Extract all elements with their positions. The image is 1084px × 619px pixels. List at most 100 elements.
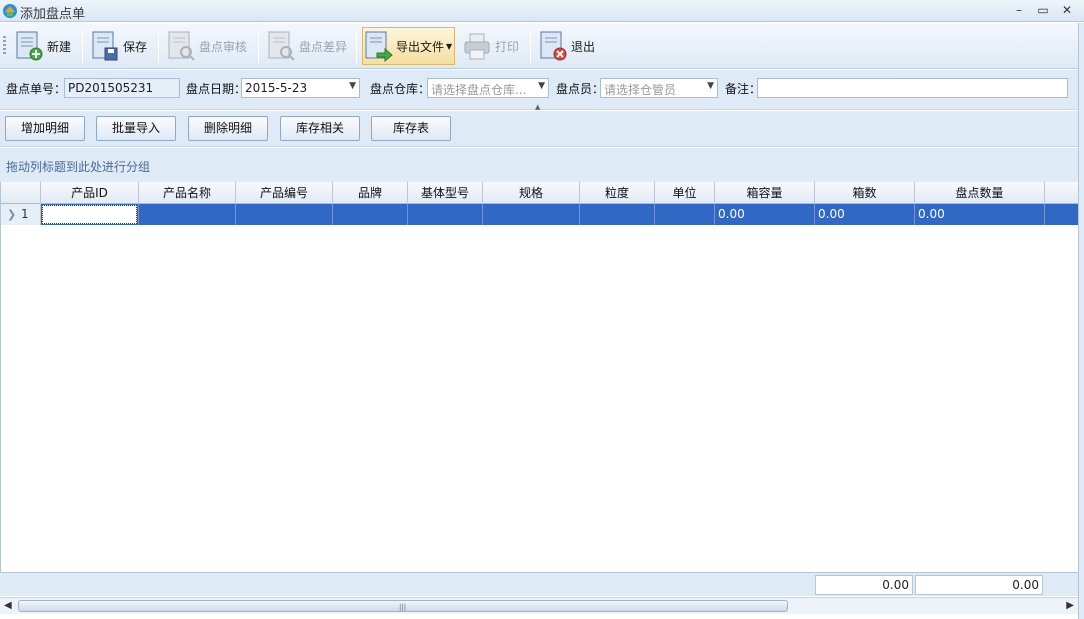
chevron-down-icon: ▼ [446,41,453,51]
title-bar: 添加盘点单 – ▭ ✕ [0,0,1084,22]
column-header[interactable]: 单位 [655,182,715,204]
new-label: 新建 [47,39,72,54]
row-pointer-icon: ❯ [7,208,17,221]
warehouse-select[interactable]: 请选择盘点仓库... ▼ [427,78,549,98]
printer-icon [464,33,490,60]
print-button[interactable]: 打印 [462,27,519,65]
toolbar-grip[interactable] [3,36,6,56]
audit-button[interactable]: 盘点审核 [166,27,247,65]
toolbar-separator [530,29,531,63]
table-cell[interactable] [333,204,408,225]
new-button[interactable]: 新建 [14,27,71,65]
app-icon [3,4,17,18]
minimize-button[interactable]: – [1010,2,1028,18]
group-panel[interactable]: 拖动列标题到此处进行分组 [0,148,1078,182]
order-no-label: 盘点单号： [6,82,67,96]
chevron-down-icon[interactable]: ▼ [349,81,356,91]
save-button[interactable]: 保存 [90,27,147,65]
save-icon [92,31,118,61]
chevron-down-icon[interactable]: ▼ [707,81,714,91]
delete-detail-button[interactable]: 删除明细 [188,116,268,141]
grid-header: 产品ID 产品名称 产品编号 品牌 基体型号 规格 粒度 单位 箱容量 箱数 盘… [1,182,1079,204]
sum-boxes: 0.00 [815,575,913,595]
export-label: 导出文件 [396,39,445,54]
column-header[interactable]: 产品名称 [139,182,236,204]
table-cell[interactable] [408,204,483,225]
toolbar-separator [158,29,159,63]
detail-grid: 产品ID 产品名称 产品编号 品牌 基体型号 规格 粒度 单位 箱容量 箱数 盘… [0,182,1079,572]
column-header[interactable]: 产品ID [41,182,139,204]
column-header[interactable]: 箱数 [815,182,915,204]
toolbar-separator [258,29,259,63]
row-indicator[interactable]: ❯ 1 [1,204,41,225]
main-toolbar: 新建 保存 盘点审核 盘点差异 导出文件 ▼ 打印 退出 [0,23,1084,69]
date-value: 2015-5-23 [245,81,308,95]
table-cell[interactable] [41,204,139,225]
table-cell[interactable]: 0.00 [815,204,915,225]
column-header[interactable]: 规格 [483,182,580,204]
add-detail-button[interactable]: 增加明细 [5,116,85,141]
column-header[interactable]: 基体型号 [408,182,483,204]
sum-quantity: 0.00 [915,575,1043,595]
scroll-right-icon[interactable]: ▶ [1066,600,1074,611]
diff-button[interactable]: 盘点差异 [266,27,347,65]
exit-icon [540,31,567,61]
exit-label: 退出 [571,39,596,54]
grip-icon: ||| [399,603,407,611]
stock-related-button[interactable]: 库存相关 [280,116,360,141]
scrollbar-thumb[interactable]: ||| [18,600,788,612]
diff-icon [268,31,295,61]
clerk-placeholder: 请选择仓管员 [604,83,677,97]
clerk-select[interactable]: 请选择仓管员 ▼ [600,78,718,98]
header-form: 盘点单号： PD201505231 盘点日期： 2015-5-23 ▼ 盘点仓库… [0,70,1084,110]
table-cell[interactable] [580,204,655,225]
column-header[interactable]: 产品编号 [236,182,333,204]
remark-input[interactable] [757,78,1068,98]
row-number: 1 [21,207,29,221]
row-indicator-header [1,182,41,204]
remark-label: 备注： [725,82,762,96]
column-header[interactable]: 盘点数量 [915,182,1045,204]
close-button[interactable]: ✕ [1058,2,1076,18]
export-icon [365,31,393,63]
column-header[interactable]: 箱容量 [715,182,815,204]
warehouse-label: 盘点仓库： [370,82,431,96]
warehouse-placeholder: 请选择盘点仓库... [431,83,527,97]
order-no-field[interactable]: PD201505231 [64,78,180,98]
scroll-left-icon[interactable]: ◀ [4,600,12,611]
batch-import-button[interactable]: 批量导入 [96,116,176,141]
audit-icon [168,31,195,61]
maximize-button[interactable]: ▭ [1034,2,1052,18]
table-cell[interactable]: 0.00 [715,204,815,225]
date-picker[interactable]: 2015-5-23 ▼ [241,78,360,98]
window-title: 添加盘点单 [20,7,86,22]
toolbar-separator [82,29,83,63]
toolbar-separator [356,29,357,63]
print-label: 打印 [495,39,520,54]
stock-table-button[interactable]: 库存表 [371,116,451,141]
column-header[interactable]: 粒度 [580,182,655,204]
chevron-down-icon[interactable]: ▼ [538,81,545,91]
table-cell[interactable] [483,204,580,225]
column-header[interactable]: 品牌 [333,182,408,204]
new-document-icon [16,31,43,61]
diff-label: 盘点差异 [299,39,348,54]
splitter-arrow-icon[interactable]: ▲ [535,104,543,111]
table-cell[interactable] [139,204,236,225]
table-row[interactable]: ❯ 1 0.00 0.00 0.00 [1,204,1079,225]
export-button[interactable]: 导出文件 ▼ [362,27,456,65]
window-right-edge [1078,23,1084,619]
table-cell[interactable]: 0.00 [915,204,1045,225]
grid-footer: 0.00 0.00 [0,572,1078,596]
exit-button[interactable]: 退出 [538,27,595,65]
detail-actions: 增加明细 批量导入 删除明细 库存相关 库存表 [0,111,1084,147]
save-label: 保存 [123,39,148,54]
date-label: 盘点日期： [186,82,247,96]
horizontal-scrollbar[interactable]: ◀ ||| ▶ [0,597,1078,614]
group-hint: 拖动列标题到此处进行分组 [6,160,151,174]
table-cell[interactable] [236,204,333,225]
clerk-label: 盘点员： [556,82,605,96]
table-cell[interactable] [655,204,715,225]
cell-editor[interactable] [42,205,137,224]
audit-label: 盘点审核 [199,39,248,54]
